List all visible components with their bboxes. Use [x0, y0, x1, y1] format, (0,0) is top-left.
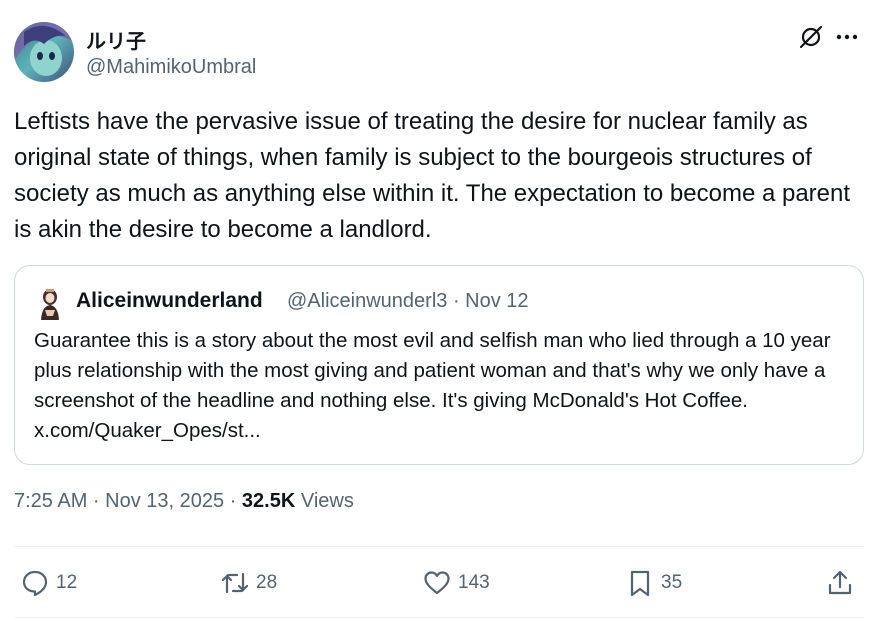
- quote-text: Guarantee this is a story about the most…: [34, 329, 831, 442]
- share-icon: [828, 570, 852, 595]
- tweet-header: ルリ子 @MahimikoUmbral: [14, 22, 864, 84]
- grok-icon[interactable]: [798, 24, 824, 50]
- divider: [14, 617, 864, 618]
- quote-author-avatar[interactable]: [33, 286, 67, 320]
- quote-author-meta: @Aliceinwunderl3 · Nov 12: [287, 290, 529, 312]
- quote-author-name[interactable]: Aliceinwunderland: [76, 289, 263, 313]
- reply-button[interactable]: 12: [20, 566, 77, 600]
- views-label: Views: [295, 490, 354, 512]
- quoted-tweet[interactable]: Aliceinwunderland @Aliceinwunderl3 · Nov…: [14, 265, 864, 465]
- divider: [14, 546, 864, 547]
- more-icon[interactable]: [834, 24, 860, 50]
- repost-button[interactable]: 28: [220, 566, 277, 600]
- bookmark-count: 35: [661, 572, 683, 593]
- author-avatar[interactable]: [14, 22, 74, 82]
- tweet-meta: 7:25 AM · Nov 13, 2025 · 32.5K Views: [14, 490, 354, 513]
- share-button[interactable]: [825, 566, 855, 600]
- repost-icon: [221, 572, 249, 594]
- author-handle[interactable]: @MahimikoUmbral: [86, 56, 256, 79]
- like-count: 143: [458, 572, 490, 593]
- views-count: 32.5K: [241, 490, 296, 512]
- heart-icon: [424, 571, 450, 595]
- tweet-text: Leftists have the pervasive issue of tre…: [14, 108, 851, 243]
- reply-icon: [22, 570, 48, 597]
- bookmark-icon: [630, 570, 650, 597]
- bookmark-button[interactable]: 35: [625, 566, 682, 600]
- tweet-timestamp[interactable]: 7:25 AM · Nov 13, 2025 ·: [14, 490, 242, 512]
- repost-count: 28: [256, 572, 278, 593]
- reply-count: 12: [56, 572, 78, 593]
- author-display-name[interactable]: ルリ子: [86, 25, 146, 54]
- like-button[interactable]: 143: [422, 566, 490, 600]
